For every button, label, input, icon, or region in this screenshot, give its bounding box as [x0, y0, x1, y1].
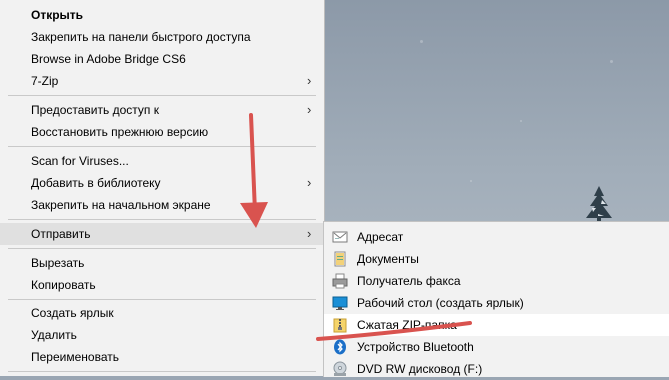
documents-folder-icon: [334, 251, 346, 267]
menu-item-label: Открыть: [31, 8, 84, 22]
zip-folder-icon: [333, 318, 347, 333]
menu-item-delete[interactable]: Удалить: [0, 324, 324, 346]
menu-item-label: Закрепить на начальном экране: [31, 198, 211, 212]
submenu-item-label: Устройство Bluetooth: [357, 340, 474, 354]
menu-separator: [8, 299, 316, 300]
menu-item-7zip[interactable]: 7-Zip ›: [0, 70, 324, 92]
menu-item-open[interactable]: Открыть: [0, 4, 324, 26]
submenu-item-label: Рабочий стол (создать ярлык): [357, 296, 524, 310]
menu-item-label: 7-Zip: [31, 74, 59, 88]
menu-item-copy[interactable]: Копировать: [0, 274, 324, 296]
dvd-drive-icon: [333, 361, 347, 376]
menu-item-label: Восстановить прежнюю версию: [31, 125, 209, 139]
menu-item-label: Browse in Adobe Bridge CS6: [31, 52, 186, 66]
submenu-item-label: DVD RW дисковод (F:): [357, 362, 483, 376]
mail-recipient-icon: [332, 231, 348, 243]
menu-item-give-access[interactable]: Предоставить доступ к ›: [0, 99, 324, 121]
submenu-item-label: Сжатая ZIP-папка: [357, 318, 457, 332]
menu-item-label: Вырезать: [31, 256, 85, 270]
menu-item-add-library[interactable]: Добавить в библиотеку ›: [0, 172, 324, 194]
menu-separator: [8, 371, 316, 372]
submenu-item-mail-recipient[interactable]: Адресат: [324, 226, 669, 248]
submenu-item-dvd-drive[interactable]: DVD RW дисковод (F:): [324, 358, 669, 380]
menu-item-label: Отправить: [31, 227, 91, 241]
menu-item-label: Создать ярлык: [31, 306, 114, 320]
menu-item-pin-start[interactable]: Закрепить на начальном экране: [0, 194, 324, 216]
menu-item-pin-quick-access[interactable]: Закрепить на панели быстрого доступа: [0, 26, 324, 48]
chevron-right-icon: ›: [307, 73, 312, 88]
menu-item-create-shortcut[interactable]: Создать ярлык: [0, 302, 324, 324]
menu-separator: [8, 95, 316, 96]
menu-item-send-to[interactable]: Отправить ›: [0, 223, 324, 245]
bluetooth-icon: [334, 339, 346, 355]
send-to-submenu: Адресат Документы Получатель факса Рабоч…: [323, 221, 669, 377]
menu-separator: [8, 248, 316, 249]
submenu-item-label: Получатель факса: [357, 274, 461, 288]
desktop-icon: [332, 296, 348, 310]
menu-item-browse-bridge[interactable]: Browse in Adobe Bridge CS6: [0, 48, 324, 70]
chevron-right-icon: ›: [307, 226, 312, 241]
context-menu: Открыть Закрепить на панели быстрого дос…: [0, 0, 325, 376]
chevron-right-icon: ›: [307, 175, 312, 190]
menu-item-rename[interactable]: Переименовать: [0, 346, 324, 368]
menu-item-restore-version[interactable]: Восстановить прежнюю версию: [0, 121, 324, 143]
fax-icon: [332, 273, 348, 289]
submenu-item-documents[interactable]: Документы: [324, 248, 669, 270]
menu-item-cut[interactable]: Вырезать: [0, 252, 324, 274]
menu-item-label: Копировать: [31, 278, 96, 292]
submenu-item-zip-folder[interactable]: Сжатая ZIP-папка: [324, 314, 669, 336]
menu-item-label: Предоставить доступ к: [31, 103, 159, 117]
submenu-item-desktop[interactable]: Рабочий стол (создать ярлык): [324, 292, 669, 314]
menu-item-label: Scan for Viruses...: [31, 154, 129, 168]
menu-item-scan-viruses[interactable]: Scan for Viruses...: [0, 150, 324, 172]
menu-item-label: Добавить в библиотеку: [31, 176, 161, 190]
menu-separator: [8, 146, 316, 147]
submenu-item-label: Документы: [357, 252, 419, 266]
menu-item-label: Переименовать: [31, 350, 119, 364]
menu-item-label: Удалить: [31, 328, 77, 342]
submenu-item-fax[interactable]: Получатель факса: [324, 270, 669, 292]
submenu-item-label: Адресат: [357, 230, 404, 244]
menu-item-label: Закрепить на панели быстрого доступа: [31, 30, 251, 44]
chevron-right-icon: ›: [307, 102, 312, 117]
menu-separator: [8, 219, 316, 220]
submenu-item-bluetooth[interactable]: Устройство Bluetooth: [324, 336, 669, 358]
